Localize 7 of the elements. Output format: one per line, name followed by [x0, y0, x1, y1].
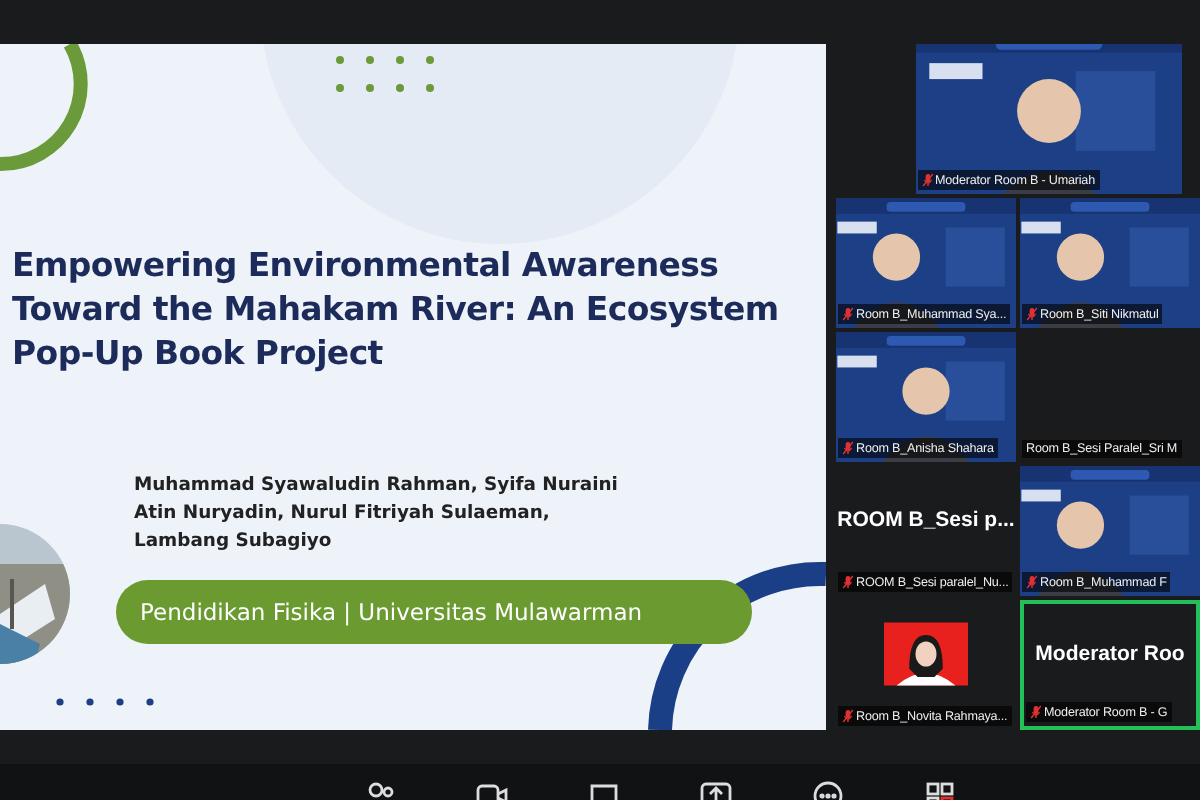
author-names: Atin Nuryadin, Nurul Fitriyah Sulaeman,	[134, 500, 552, 528]
author-names: Muhammad Syawaludin Rahman, Syifa Nuraini	[134, 472, 620, 500]
participant-name: Moderator Roo	[1035, 641, 1185, 665]
author-names: Lambang Subagiyo	[134, 528, 334, 556]
participant-name: ROOM B_Sesi p...	[837, 507, 1015, 531]
slide-title: Empowering Environmental Awareness Toward the Mahakam River: An Ecosystem Pop-Up Book Project	[12, 244, 781, 376]
affiliation-banner: Pendidikan Fisika | Universitas Mulawarman	[116, 580, 752, 644]
